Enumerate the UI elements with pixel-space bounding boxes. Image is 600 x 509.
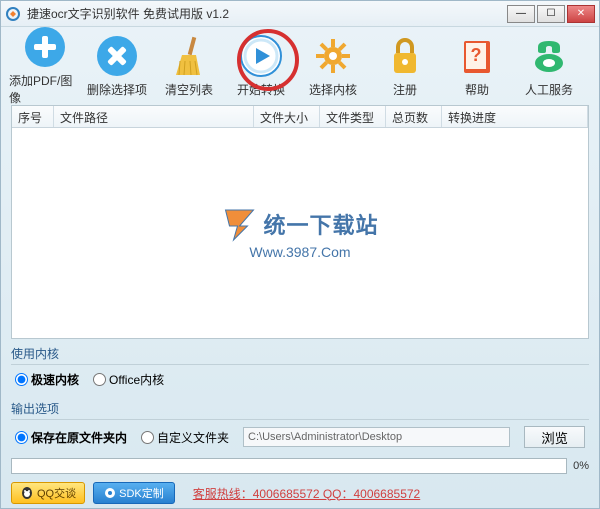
titlebar: 捷速ocr文字识别软件 免费试用版 v1.2 — ☐ ✕ (1, 1, 599, 27)
table-body[interactable]: 统一下载站 Www.3987.Com (12, 128, 588, 338)
engine-title: 使用内核 (11, 343, 589, 365)
col-type[interactable]: 文件类型 (320, 106, 386, 127)
window-title: 捷速ocr文字识别软件 免费试用版 v1.2 (27, 5, 507, 22)
support-button[interactable]: 人工服务 (513, 35, 585, 98)
help-book-icon: ? (456, 35, 498, 77)
add-file-button[interactable]: 添加PDF/图像 (9, 26, 81, 106)
clear-button[interactable]: 清空列表 (153, 35, 225, 98)
tool-label: 清空列表 (165, 81, 213, 98)
col-size[interactable]: 文件大小 (254, 106, 320, 127)
footer: QQ交谈 SDK定制 客服热线：4006685572 QQ：4006685572 (1, 478, 599, 508)
engine-fast-radio[interactable]: 极速内核 (15, 371, 79, 388)
col-path[interactable]: 文件路径 (54, 106, 254, 127)
window-controls: — ☐ ✕ (507, 5, 595, 23)
col-progress[interactable]: 转换进度 (442, 106, 588, 127)
tool-label: 添加PDF/图像 (9, 72, 81, 106)
watermark-sub: Www.3987.Com (249, 244, 350, 260)
app-icon (5, 6, 21, 22)
output-title: 输出选项 (11, 398, 589, 420)
toolbar: 添加PDF/图像 删除选择项 清空列表 开始转换 选择内核 (1, 27, 599, 105)
minimize-button[interactable]: — (507, 5, 535, 23)
progress-bar (11, 458, 567, 474)
watermark: 统一下载站 Www.3987.Com (221, 206, 378, 260)
output-custom-folder-radio[interactable]: 自定义文件夹 (141, 429, 229, 446)
delete-button[interactable]: 删除选择项 (81, 35, 153, 98)
sdk-icon (104, 487, 116, 499)
watermark-main: 统一下载站 (263, 208, 378, 240)
tool-label: 删除选择项 (87, 81, 147, 98)
phone-icon (528, 35, 570, 77)
gear-icon (312, 35, 354, 77)
delete-icon (96, 35, 138, 77)
tool-label: 注册 (393, 81, 417, 98)
engine-office-radio[interactable]: Office内核 (93, 371, 164, 388)
file-table: 序号 文件路径 文件大小 文件类型 总页数 转换进度 统一下载站 Www.398… (11, 105, 589, 339)
main-window: 捷速ocr文字识别软件 免费试用版 v1.2 — ☐ ✕ 添加PDF/图像 删除… (0, 0, 600, 509)
help-button[interactable]: ? 帮助 (441, 35, 513, 98)
col-index[interactable]: 序号 (12, 106, 54, 127)
col-pages[interactable]: 总页数 (386, 106, 442, 127)
tool-label: 帮助 (465, 81, 489, 98)
qq-chat-button[interactable]: QQ交谈 (11, 482, 85, 504)
sdk-button[interactable]: SDK定制 (93, 482, 175, 504)
progress-row: 0% (11, 458, 589, 474)
output-same-folder-radio[interactable]: 保存在原文件夹内 (15, 429, 127, 446)
tool-label: 人工服务 (525, 81, 573, 98)
output-section: 输出选项 保存在原文件夹内 自定义文件夹 浏览 (11, 398, 589, 450)
start-convert-button[interactable]: 开始转换 (225, 35, 297, 98)
add-icon (24, 26, 66, 68)
output-path-input[interactable] (243, 427, 510, 447)
maximize-button[interactable]: ☐ (537, 5, 565, 23)
table-header: 序号 文件路径 文件大小 文件类型 总页数 转换进度 (12, 106, 588, 128)
browse-button[interactable]: 浏览 (524, 426, 585, 448)
lock-icon (384, 35, 426, 77)
close-button[interactable]: ✕ (567, 5, 595, 23)
engine-section: 使用内核 极速内核 Office内核 (11, 343, 589, 390)
tool-label: 开始转换 (237, 81, 285, 98)
watermark-logo-icon (221, 206, 257, 242)
play-icon (240, 35, 282, 77)
svg-text:?: ? (471, 45, 482, 65)
progress-percent: 0% (573, 460, 589, 472)
tool-label: 选择内核 (309, 81, 357, 98)
broom-icon (168, 35, 210, 77)
qq-icon (20, 486, 34, 500)
register-button[interactable]: 注册 (369, 35, 441, 98)
select-engine-button[interactable]: 选择内核 (297, 35, 369, 98)
hotline-link[interactable]: 客服热线：4006685572 QQ：4006685572 (193, 485, 420, 502)
